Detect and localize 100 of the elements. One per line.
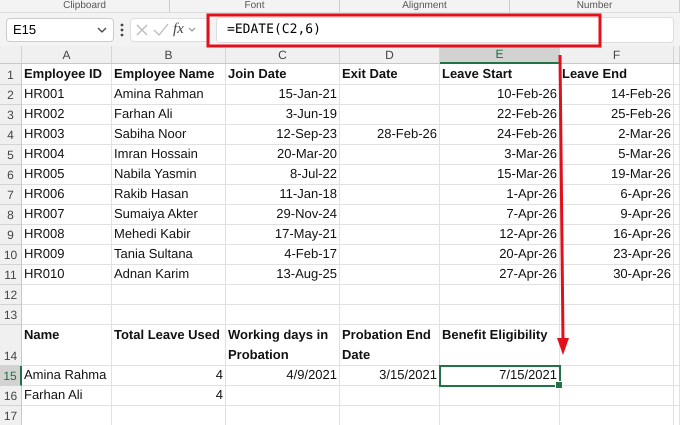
table-cell: 29-Nov-24 bbox=[226, 205, 340, 225]
table-cell: 20-Mar-20 bbox=[226, 145, 340, 165]
row-header[interactable]: 6 bbox=[0, 165, 22, 185]
table-cell: 13-Aug-25 bbox=[226, 265, 340, 285]
row-header[interactable]: 15 bbox=[0, 366, 22, 386]
table-cell: HR004 bbox=[22, 145, 112, 165]
table-cell: Farhan Ali bbox=[22, 386, 112, 406]
table-cell: 7-Apr-26 bbox=[440, 205, 560, 225]
table-cell: 22-Feb-26 bbox=[440, 105, 560, 125]
check-icon[interactable] bbox=[153, 22, 169, 36]
table-cell: Adnan Karim bbox=[112, 265, 226, 285]
table-cell: 5-Mar-26 bbox=[560, 145, 674, 165]
row-header[interactable]: 7 bbox=[0, 185, 22, 205]
table-cell: 23-Apr-26 bbox=[560, 245, 674, 265]
table-cell: 30-Apr-26 bbox=[560, 265, 674, 285]
select-all-corner[interactable] bbox=[0, 46, 22, 64]
table-cell: HR009 bbox=[22, 245, 112, 265]
table-cell: HR003 bbox=[22, 125, 112, 145]
table-cell: HR001 bbox=[22, 85, 112, 105]
table-cell: 4 bbox=[112, 366, 226, 386]
row-header[interactable]: 13 bbox=[0, 305, 22, 325]
row-header[interactable]: 3 bbox=[0, 105, 22, 125]
column-header[interactable]: B bbox=[112, 46, 226, 64]
table-cell: Mehedi Kabir bbox=[112, 225, 226, 245]
row-header[interactable]: 8 bbox=[0, 205, 22, 225]
table-cell: HR007 bbox=[22, 205, 112, 225]
table-cell: HR008 bbox=[22, 225, 112, 245]
column-heading: Leave End bbox=[560, 64, 674, 85]
chevron-icon[interactable] bbox=[188, 27, 196, 32]
row-header[interactable]: 9 bbox=[0, 225, 22, 245]
chevron-icon bbox=[97, 26, 107, 32]
table-cell: 27-Apr-26 bbox=[440, 265, 560, 285]
column-heading: Employee ID bbox=[22, 64, 112, 85]
ribbon-group-label: Font bbox=[244, 0, 264, 12]
row-header[interactable]: 14 bbox=[0, 325, 22, 366]
column-heading: Exit Date bbox=[340, 64, 440, 85]
table-cell: HR006 bbox=[22, 185, 112, 205]
table-cell: 12-Apr-26 bbox=[440, 225, 560, 245]
table-cell: 10-Feb-26 bbox=[440, 85, 560, 105]
table-cell: Tania Sultana bbox=[112, 245, 226, 265]
more-options-icon[interactable] bbox=[120, 22, 124, 36]
row-header[interactable]: 1 bbox=[0, 64, 22, 85]
column-header[interactable]: A bbox=[22, 46, 112, 64]
row-header[interactable]: 12 bbox=[0, 285, 22, 305]
table-cell: 20-Apr-26 bbox=[440, 245, 560, 265]
table-cell: 4 bbox=[112, 386, 226, 406]
row-header[interactable]: 4 bbox=[0, 125, 22, 145]
table-cell: 17-May-21 bbox=[226, 225, 340, 245]
row-header[interactable]: 5 bbox=[0, 145, 22, 165]
ribbon-group-label: Clipboard bbox=[63, 0, 106, 12]
row-header[interactable]: 10 bbox=[0, 245, 22, 265]
table-cell: Amina Rahman bbox=[112, 85, 226, 105]
column-heading: Probation End Date bbox=[340, 325, 440, 366]
table-cell: 3-Jun-19 bbox=[226, 105, 340, 125]
table-cell: Rakib Hasan bbox=[112, 185, 226, 205]
row-header[interactable]: 2 bbox=[0, 85, 22, 105]
table-cell: 15-Jan-21 bbox=[226, 85, 340, 105]
row-header[interactable]: 11 bbox=[0, 265, 22, 285]
table-cell: 4-Feb-17 bbox=[226, 245, 340, 265]
table-cell: Amina Rahma bbox=[22, 366, 112, 386]
table-cell: 14-Feb-26 bbox=[560, 85, 674, 105]
table-cell: Farhan Ali bbox=[112, 105, 226, 125]
table-cell: 25-Feb-26 bbox=[560, 105, 674, 125]
fill-handle[interactable] bbox=[555, 381, 563, 389]
table-cell: 12-Sep-23 bbox=[226, 125, 340, 145]
table-cell: HR002 bbox=[22, 105, 112, 125]
table-cell: 6-Apr-26 bbox=[560, 185, 674, 205]
column-heading: Leave Start bbox=[440, 64, 560, 85]
table-cell: 8-Jul-22 bbox=[226, 165, 340, 185]
table-cell: 2-Mar-26 bbox=[560, 125, 674, 145]
column-heading: Total Leave Used bbox=[112, 325, 226, 366]
name-box[interactable]: E15 bbox=[6, 18, 114, 42]
formula-field[interactable]: =EDATE(C2,6) bbox=[216, 16, 674, 42]
table-cell: HR010 bbox=[22, 265, 112, 285]
table-cell: 16-Apr-26 bbox=[560, 225, 674, 245]
table-cell: 24-Feb-26 bbox=[440, 125, 560, 145]
table-cell: Sabiha Noor bbox=[112, 125, 226, 145]
table-cell: 4/9/2021 bbox=[226, 366, 340, 386]
table-cell: 3/15/2021 bbox=[340, 366, 440, 386]
table-cell: 19-Mar-26 bbox=[560, 165, 674, 185]
row-header[interactable]: 17 bbox=[0, 406, 22, 425]
table-cell: Imran Hossain bbox=[112, 145, 226, 165]
table-cell: Sumaiya Akter bbox=[112, 205, 226, 225]
table-cell: 7/15/2021 bbox=[440, 366, 560, 386]
column-header[interactable]: F bbox=[560, 46, 674, 64]
table-cell: 15-Mar-26 bbox=[440, 165, 560, 185]
column-heading: Join Date bbox=[226, 64, 340, 85]
table-cell: 11-Jan-18 bbox=[226, 185, 340, 205]
table-cell: HR005 bbox=[22, 165, 112, 185]
column-heading: Employee Name bbox=[112, 64, 226, 85]
column-header[interactable] bbox=[674, 46, 680, 64]
table-cell: 28-Feb-26 bbox=[340, 125, 440, 145]
row-header[interactable]: 16 bbox=[0, 386, 22, 406]
column-heading: Name bbox=[22, 325, 112, 366]
table-cell: 3-Mar-26 bbox=[440, 145, 560, 165]
table-cell: 9-Apr-26 bbox=[560, 205, 674, 225]
insert-function-button[interactable]: fx bbox=[173, 21, 184, 38]
cancel-icon[interactable] bbox=[135, 22, 149, 36]
table-cell: Nabila Yasmin bbox=[112, 165, 226, 185]
column-heading: Working days in Probation bbox=[226, 325, 340, 366]
